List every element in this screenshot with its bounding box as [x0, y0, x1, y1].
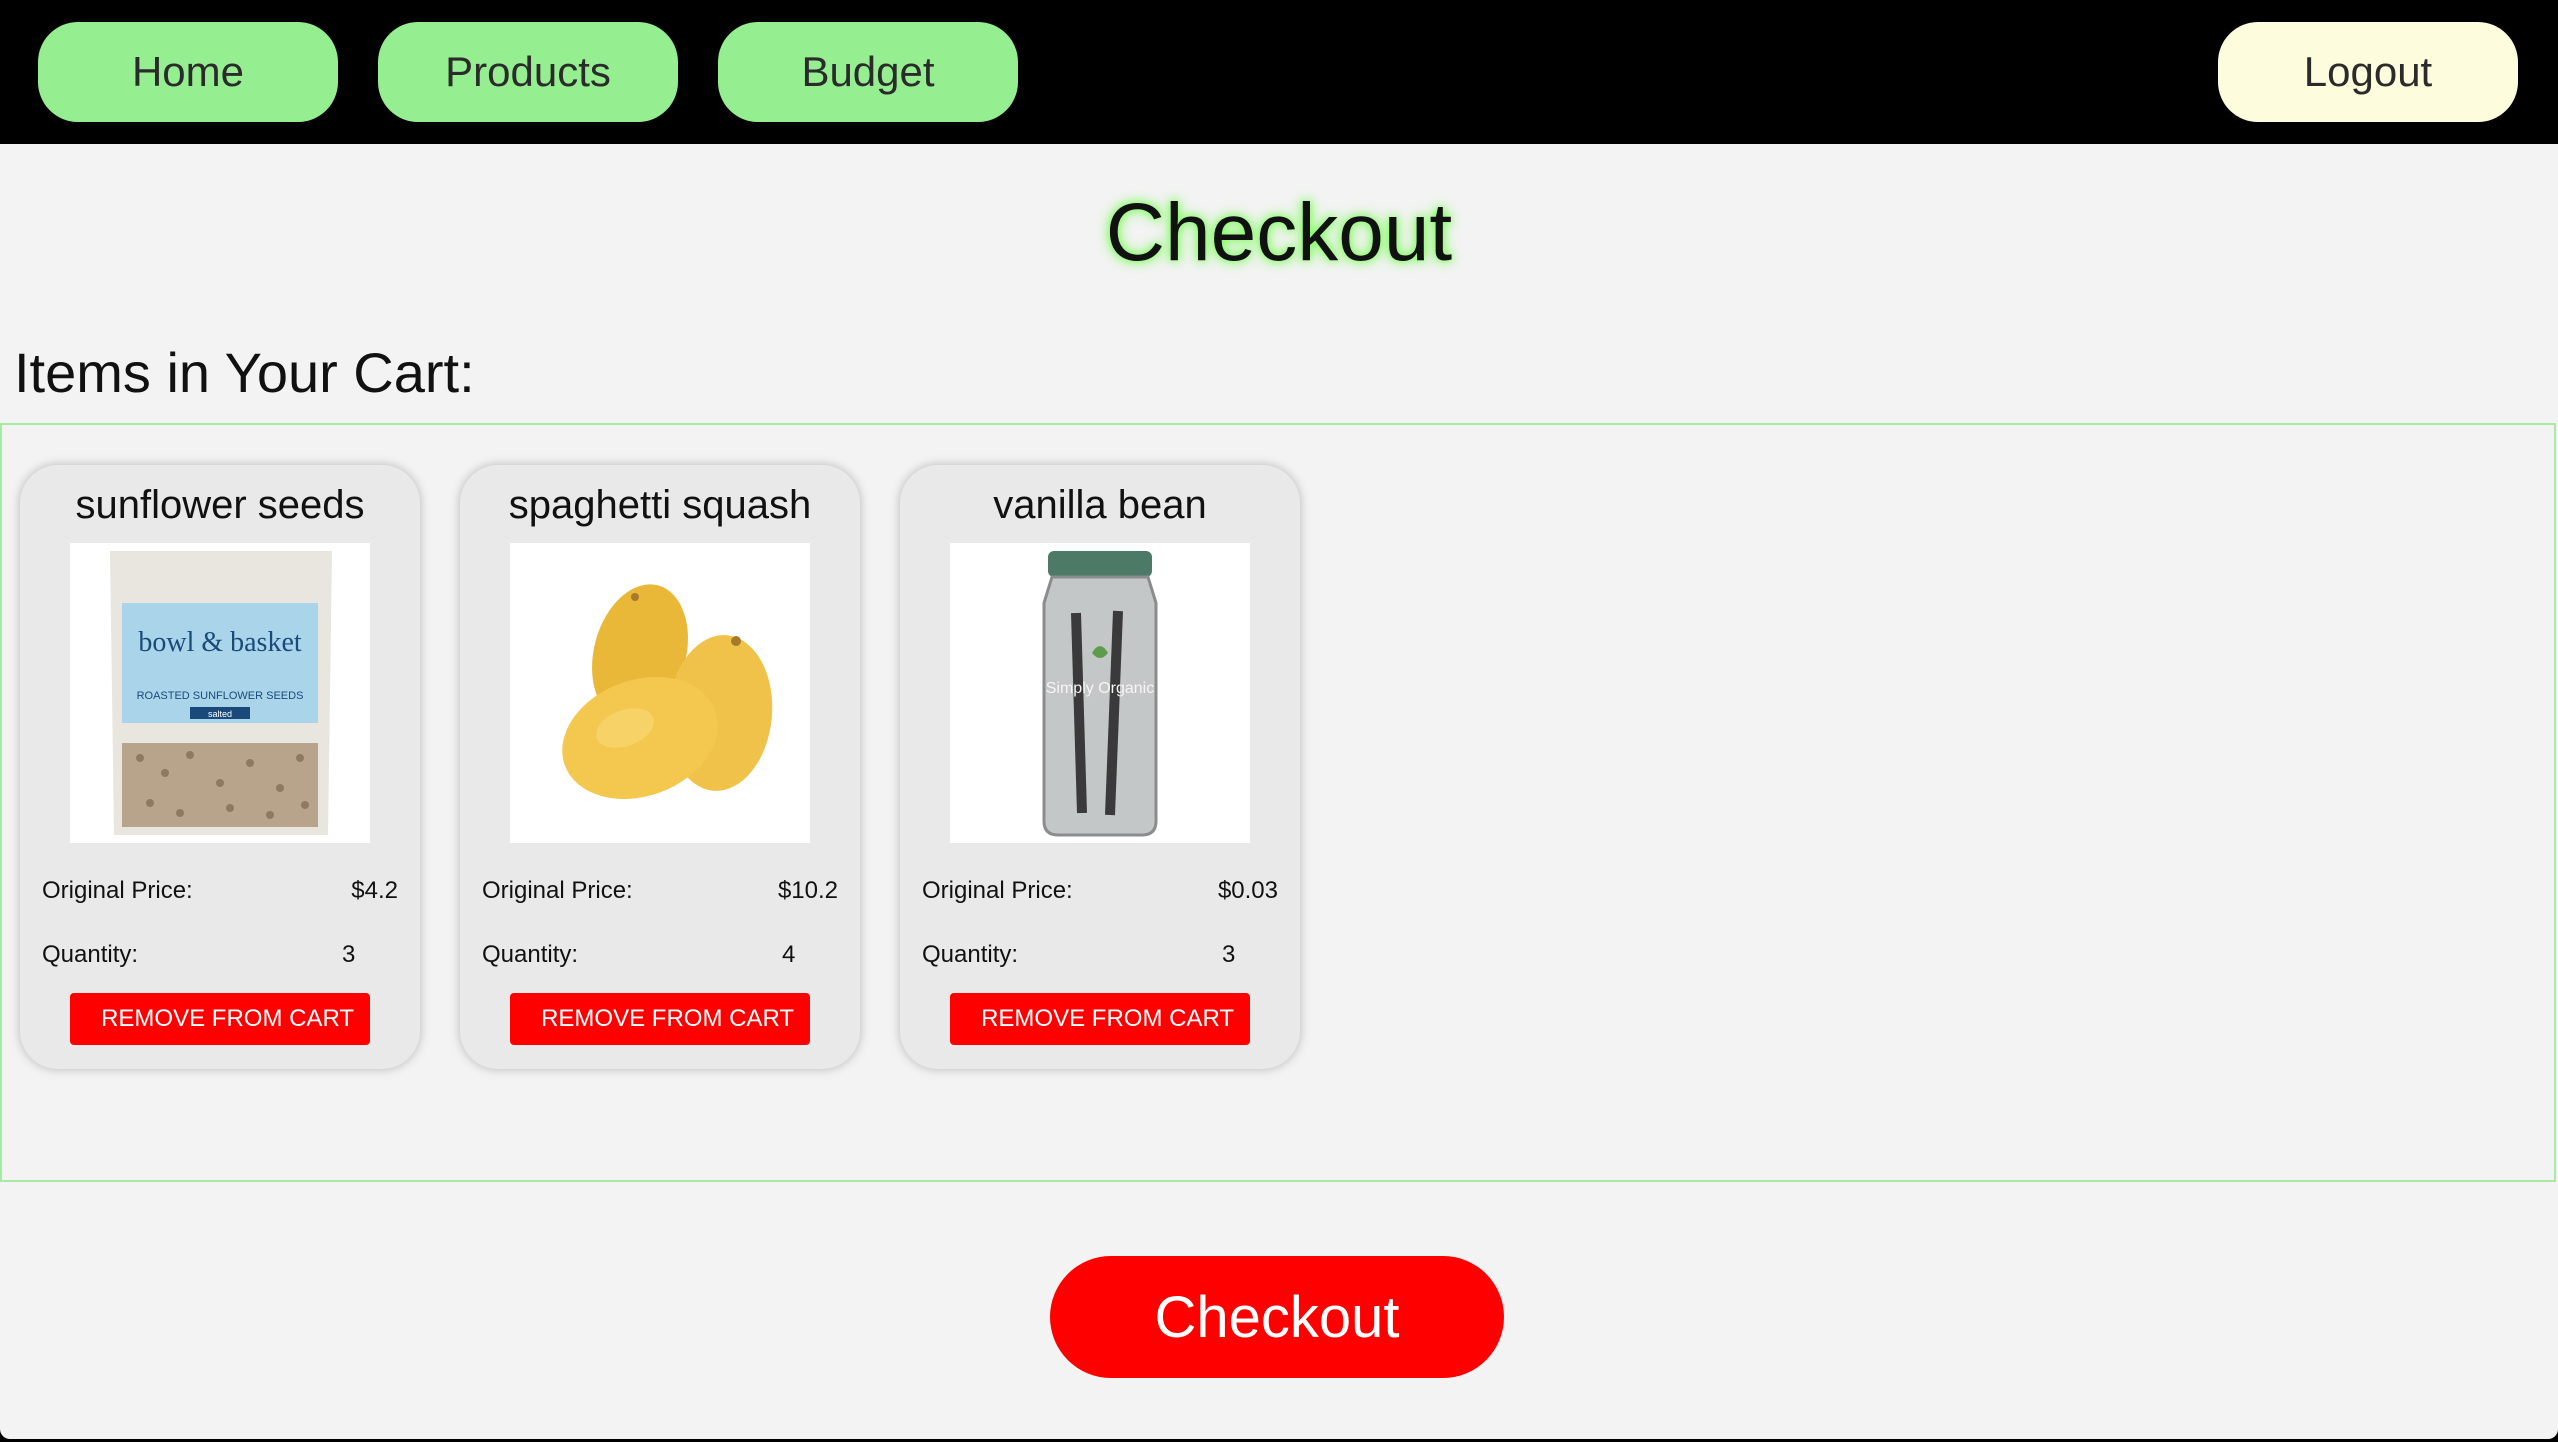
spaghetti-squash-image — [510, 543, 810, 843]
quantity-value: 4 — [782, 941, 796, 968]
quantity-label: Quantity: — [42, 941, 139, 968]
cart-item-card: sunflower seeds bowl & basket ROASTED SU… — [20, 465, 420, 1069]
price-label: Original Price: — [42, 877, 193, 904]
quantity-value: 3 — [1222, 941, 1236, 968]
checkout-page: Checkout Items in Your Cart: sunflower s… — [0, 144, 2558, 1439]
cart-item-name: sunflower seeds — [75, 483, 365, 527]
checkout-button[interactable]: Checkout — [1050, 1256, 1504, 1378]
remove-from-cart-button[interactable]: REMOVE FROM CART — [950, 993, 1250, 1045]
price-row: Original Price: $10.2 — [482, 877, 838, 909]
price-label: Original Price: — [482, 877, 633, 904]
nav-home-button[interactable]: Home — [38, 22, 338, 122]
cart-items-container: sunflower seeds bowl & basket ROASTED SU… — [0, 423, 2556, 1182]
cart-item-name: spaghetti squash — [508, 483, 812, 527]
remove-from-cart-button[interactable]: REMOVE FROM CART — [70, 993, 370, 1045]
page-title: Checkout — [1105, 187, 1453, 278]
bag-variant-text: salted — [208, 709, 232, 719]
price-value: $10.2 — [777, 877, 838, 904]
quantity-row: Quantity: 3 — [42, 941, 398, 973]
quantity-value: 3 — [342, 941, 356, 968]
sunflower-seeds-image: bowl & basket ROASTED SUNFLOWER SEEDS sa… — [70, 543, 370, 843]
remove-from-cart-button[interactable]: REMOVE FROM CART — [510, 993, 810, 1045]
quantity-row: Quantity: 3 — [922, 941, 1278, 973]
nav-budget-button[interactable]: Budget — [718, 22, 1018, 122]
navbar: Home Products Budget Logout — [0, 0, 2558, 144]
jar-label-text: Simply Organic — [1046, 680, 1154, 697]
price-value: $0.03 — [1217, 877, 1278, 904]
logout-button[interactable]: Logout — [2218, 22, 2518, 122]
bag-brand-text: bowl & basket — [138, 627, 302, 658]
price-label: Original Price: — [922, 877, 1073, 904]
cart-item-card: spaghetti squash Original Price: $10.2 Q… — [460, 465, 860, 1069]
price-value: $4.2 — [351, 877, 398, 904]
nav-products-button[interactable]: Products — [378, 22, 678, 122]
quantity-row: Quantity: 4 — [482, 941, 838, 973]
vanilla-bean-image: Simply Organic — [950, 543, 1250, 843]
price-row: Original Price: $0.03 — [922, 877, 1278, 909]
cart-heading: Items in Your Cart: — [14, 341, 475, 404]
bag-product-text: ROASTED SUNFLOWER SEEDS — [137, 690, 304, 702]
cart-item-name: vanilla bean — [993, 483, 1207, 527]
quantity-label: Quantity: — [482, 941, 579, 968]
quantity-label: Quantity: — [922, 941, 1019, 968]
price-row: Original Price: $4.2 — [42, 877, 398, 909]
cart-item-card: vanilla bean Simply Organic Original Pri… — [900, 465, 1300, 1069]
